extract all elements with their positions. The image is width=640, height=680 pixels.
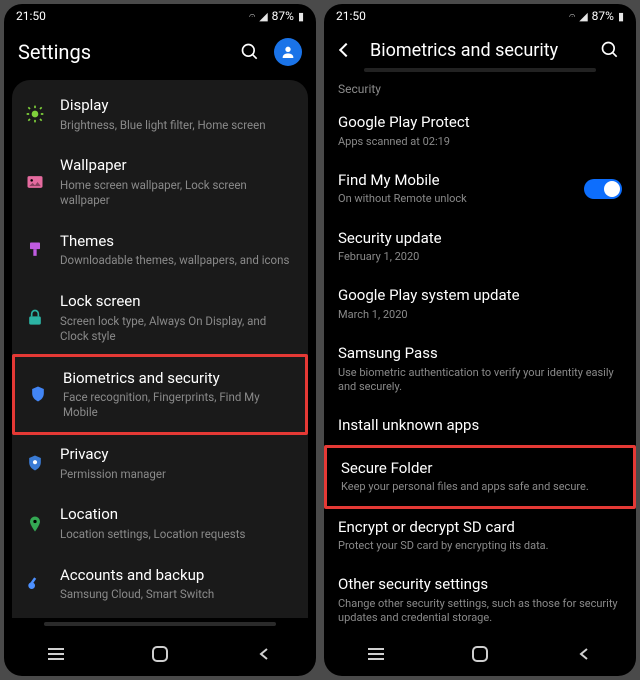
- item-subtitle: Face recognition, Fingerprints, Find My …: [63, 390, 293, 420]
- security-item-unknown-apps[interactable]: Install unknown apps: [324, 405, 636, 447]
- item-subtitle: Change other security settings, such as …: [338, 597, 622, 626]
- item-title: Display: [60, 96, 296, 116]
- scroll-hint: [44, 622, 276, 626]
- scroll-hint-top: [364, 68, 596, 72]
- key-icon: [24, 573, 46, 595]
- item-subtitle: Apps scanned at 02:19: [338, 135, 622, 149]
- shield-icon: [27, 383, 49, 405]
- item-title: Accounts and backup: [60, 566, 296, 586]
- item-title: Security update: [338, 229, 622, 249]
- status-battery: 87%: [272, 9, 294, 23]
- settings-item-location[interactable]: Location Location settings, Location req…: [12, 493, 308, 553]
- item-title: Location: [60, 505, 296, 525]
- section-label: Security: [324, 74, 636, 102]
- security-item-encrypt-sd[interactable]: Encrypt or decrypt SD cardProtect your S…: [324, 507, 636, 565]
- settings-item-themes[interactable]: Themes Downloadable themes, wallpapers, …: [12, 220, 308, 280]
- item-title: Other security settings: [338, 575, 622, 595]
- item-subtitle: February 1, 2020: [338, 250, 622, 264]
- security-item-samsung-pass[interactable]: Samsung PassUse biometric authentication…: [324, 333, 636, 405]
- item-title: Lock screen: [60, 292, 296, 312]
- item-title: Privacy: [60, 445, 296, 465]
- security-item-find-my-mobile[interactable]: Find My MobileOn without Remote unlock: [324, 160, 636, 218]
- settings-item-lock[interactable]: Lock screen Screen lock type, Always On …: [12, 280, 308, 355]
- item-subtitle: Location settings, Location requests: [60, 527, 296, 542]
- profile-button[interactable]: [274, 38, 302, 66]
- status-battery: 87%: [592, 9, 614, 23]
- security-item-other-security[interactable]: Other security settingsChange other secu…: [324, 564, 636, 632]
- search-icon: [600, 40, 620, 60]
- lock-icon: [24, 307, 46, 329]
- item-title: Find My Mobile: [338, 171, 572, 191]
- item-title: Themes: [60, 232, 296, 252]
- item-title: Google Play Protect: [338, 113, 622, 133]
- signal-icon: ◢: [259, 10, 267, 23]
- item-subtitle: Downloadable themes, wallpapers, and ico…: [60, 253, 296, 268]
- page-title: Biometrics and security: [370, 40, 586, 61]
- mute-icon: 𝄐: [569, 9, 575, 23]
- image-icon: [24, 171, 46, 193]
- item-subtitle: Brightness, Blue light filter, Home scre…: [60, 118, 296, 133]
- nav-bar: [4, 632, 316, 676]
- item-subtitle: On without Remote unlock: [338, 192, 572, 206]
- nav-back[interactable]: [564, 634, 604, 674]
- nav-home[interactable]: [140, 634, 180, 674]
- security-item-secure-folder[interactable]: Secure FolderKeep your personal files an…: [324, 445, 636, 509]
- item-title: Install unknown apps: [338, 416, 622, 436]
- settings-list[interactable]: Display Brightness, Blue light filter, H…: [12, 80, 308, 618]
- item-subtitle: Screen lock type, Always On Display, and…: [60, 314, 296, 344]
- nav-back[interactable]: [244, 634, 284, 674]
- search-button[interactable]: [238, 40, 262, 64]
- signal-icon: ◢: [579, 10, 587, 23]
- settings-item-accounts[interactable]: Accounts and backup Samsung Cloud, Smart…: [12, 554, 308, 614]
- search-icon: [240, 42, 260, 62]
- battery-icon: ▮: [298, 10, 304, 23]
- status-bar: 21:50 𝄐 ◢ 87% ▮: [324, 4, 636, 28]
- status-time: 21:50: [16, 9, 46, 23]
- brush-icon: [24, 239, 46, 261]
- settings-item-privacy[interactable]: Privacy Permission manager: [12, 433, 308, 493]
- phone-left: 21:50 𝄐 ◢ 87% ▮ Settings Display Brightn…: [4, 4, 316, 676]
- settings-item-google[interactable]: G Google Google settings: [12, 614, 308, 618]
- nav-home[interactable]: [460, 634, 500, 674]
- settings-item-wallpaper[interactable]: Wallpaper Home screen wallpaper, Lock sc…: [12, 144, 308, 219]
- battery-icon: ▮: [618, 10, 624, 23]
- security-list[interactable]: Google Play Protect Apps scanned at 02:19…: [324, 102, 636, 632]
- status-bar: 21:50 𝄐 ◢ 87% ▮: [4, 4, 316, 28]
- item-subtitle: March 1, 2020: [338, 308, 622, 322]
- item-subtitle: Home screen wallpaper, Lock screen wallp…: [60, 178, 296, 208]
- nav-bar: [324, 632, 636, 676]
- person-icon: [280, 44, 296, 60]
- item-subtitle: Keep your personal files and apps safe a…: [341, 480, 619, 494]
- toggle-switch[interactable]: [584, 179, 622, 199]
- item-subtitle: Samsung Cloud, Smart Switch: [60, 587, 296, 602]
- item-title: Google Play system update: [338, 286, 622, 306]
- mute-icon: 𝄐: [249, 9, 255, 23]
- nav-recents[interactable]: [36, 634, 76, 674]
- chevron-left-icon: [339, 43, 353, 57]
- settings-item-biometrics[interactable]: Biometrics and security Face recognition…: [12, 354, 308, 435]
- security-item-security-update[interactable]: Security updateFebruary 1, 2020: [324, 218, 636, 276]
- search-button[interactable]: [598, 38, 622, 62]
- security-item-play-protect[interactable]: Google Play Protect Apps scanned at 02:19: [324, 102, 636, 160]
- phone-right: 21:50 𝄐 ◢ 87% ▮ Biometrics and security …: [324, 4, 636, 676]
- item-subtitle: Use biometric authentication to verify y…: [338, 366, 622, 395]
- page-title: Settings: [18, 40, 226, 64]
- status-time: 21:50: [336, 9, 366, 23]
- item-subtitle: Protect your SD card by encrypting its d…: [338, 539, 622, 553]
- sun-icon: [24, 103, 46, 125]
- pin-icon: [24, 513, 46, 535]
- security-item-play-system[interactable]: Google Play system update March 1, 2020: [324, 275, 636, 333]
- nav-recents[interactable]: [356, 634, 396, 674]
- back-button[interactable]: [334, 38, 358, 62]
- item-title: Secure Folder: [341, 459, 619, 479]
- item-title: Biometrics and security: [63, 369, 293, 389]
- item-title: Samsung Pass: [338, 344, 622, 364]
- shield-dot-icon: [24, 452, 46, 474]
- item-title: Encrypt or decrypt SD card: [338, 518, 622, 538]
- item-subtitle: Permission manager: [60, 467, 296, 482]
- item-title: Wallpaper: [60, 156, 296, 176]
- settings-item-display[interactable]: Display Brightness, Blue light filter, H…: [12, 84, 308, 144]
